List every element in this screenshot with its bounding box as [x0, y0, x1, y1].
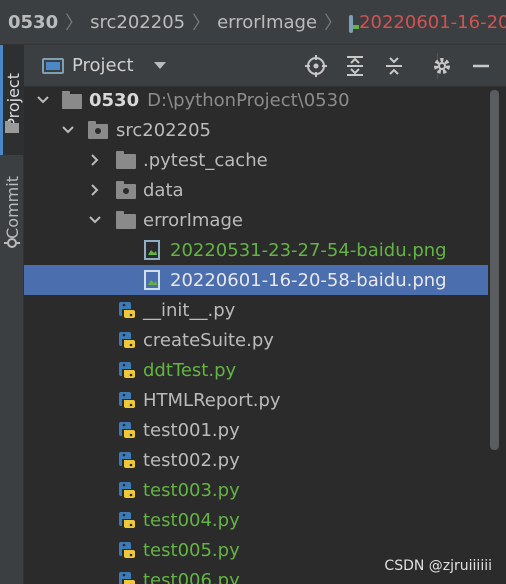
project-path: D:\pythonProject\0530 [147, 89, 350, 111]
locate-icon[interactable] [305, 55, 327, 77]
tree-label: __init__.py [143, 299, 236, 321]
tree-node-pytest-cache[interactable]: .pytest_cache [24, 145, 488, 175]
project-tree: 0530 D:\pythonProject\0530 src202205 .pyt… [24, 88, 506, 584]
chevron-down-icon[interactable] [88, 213, 102, 227]
project-tool-tab[interactable]: Project [0, 45, 24, 155]
breadcrumb-folder[interactable]: errorImage [217, 12, 317, 33]
tree-node-src[interactable]: src202205 [24, 115, 488, 145]
python-file-icon [117, 390, 139, 410]
tree-label: test002.py [143, 449, 240, 471]
python-file-icon [117, 300, 139, 320]
breadcrumb-separator: 〉 [324, 13, 343, 34]
tree-label: 20220531-23-27-54-baidu.png [170, 239, 447, 261]
project-panel-header: Project [24, 45, 506, 87]
breadcrumb-separator: 〉 [192, 13, 211, 34]
tool-window-strip: Project Commit [0, 45, 24, 584]
gear-icon[interactable] [431, 55, 453, 77]
tree-node-image-file-selected[interactable]: 20220601-16-20-58-baidu.png [24, 265, 488, 295]
chevron-right-icon[interactable] [88, 153, 102, 167]
tree-node-python-file[interactable]: test001.py [24, 415, 488, 445]
vertical-scrollbar[interactable] [490, 90, 499, 450]
chevron-down-icon[interactable] [61, 123, 75, 137]
watermark: CSDN @zjruiiiiii [384, 558, 492, 574]
tree-node-python-file[interactable]: ddtTest.py [24, 355, 488, 385]
hide-panel-icon[interactable] [470, 55, 492, 77]
commit-icon [4, 235, 20, 255]
package-folder-icon [88, 121, 108, 139]
tree-label: test006.py [143, 569, 240, 584]
tree-label: test004.py [143, 509, 240, 531]
python-file-icon [117, 570, 139, 584]
python-file-icon [117, 450, 139, 470]
commit-tab-label: Commit [2, 175, 22, 239]
tree-node-python-file[interactable]: HTMLReport.py [24, 385, 488, 415]
tree-node-data[interactable]: data [24, 175, 488, 205]
tree-node-image-file[interactable]: 20220531-23-27-54-baidu.png [24, 235, 488, 265]
image-file-icon [144, 240, 166, 260]
tree-label: test005.py [143, 539, 240, 561]
tree-node-python-file[interactable]: createSuite.py [24, 325, 488, 355]
project-view-title[interactable]: Project [72, 55, 134, 76]
tree-label: src202205 [116, 119, 211, 141]
tree-label: test003.py [143, 479, 240, 501]
tree-label: createSuite.py [143, 329, 274, 351]
tree-label: .pytest_cache [143, 149, 268, 171]
tree-node-python-file[interactable]: test003.py [24, 475, 488, 505]
chevron-down-icon[interactable] [153, 62, 166, 69]
folder-icon [116, 151, 136, 169]
tree-label: 0530 D:\pythonProject\0530 [89, 89, 350, 111]
tree-node-python-file[interactable]: __init__.py [24, 295, 488, 325]
python-file-icon [117, 360, 139, 380]
package-folder-icon [116, 181, 136, 199]
collapse-all-icon[interactable] [383, 55, 405, 77]
tree-label: errorImage [143, 209, 243, 231]
tree-node-root[interactable]: 0530 D:\pythonProject\0530 [24, 88, 488, 115]
expand-all-icon[interactable] [344, 55, 366, 77]
python-file-icon [117, 420, 139, 440]
python-file-icon [117, 480, 139, 500]
tree-node-python-file[interactable]: test002.py [24, 445, 488, 475]
image-file-icon [144, 270, 166, 290]
python-file-icon [117, 330, 139, 350]
folder-tool-icon [4, 119, 20, 138]
breadcrumb-file[interactable]: 20220601-16-20-58 [359, 12, 506, 33]
image-file-icon [349, 15, 360, 33]
tree-node-error-image[interactable]: errorImage [24, 205, 488, 235]
chevron-down-icon[interactable] [36, 93, 50, 107]
chevron-right-icon[interactable] [88, 183, 102, 197]
tree-label: HTMLReport.py [143, 389, 281, 411]
breadcrumb-separator: 〉 [65, 13, 84, 34]
folder-icon [62, 91, 82, 109]
project-view-icon [42, 57, 64, 74]
tree-node-python-file[interactable]: test004.py [24, 505, 488, 535]
tree-label: 20220601-16-20-58-baidu.png [170, 269, 447, 291]
tree-label: data [143, 179, 184, 201]
tree-label: test001.py [143, 419, 240, 441]
tree-label: ddtTest.py [143, 359, 237, 381]
breadcrumb-project[interactable]: 0530 [8, 12, 58, 33]
breadcrumb-src[interactable]: src202205 [90, 12, 185, 33]
python-file-icon [117, 510, 139, 530]
folder-icon [116, 211, 136, 229]
python-file-icon [117, 540, 139, 560]
breadcrumb: 0530 〉 src202205 〉 errorImage 〉 20220601… [0, 0, 506, 45]
